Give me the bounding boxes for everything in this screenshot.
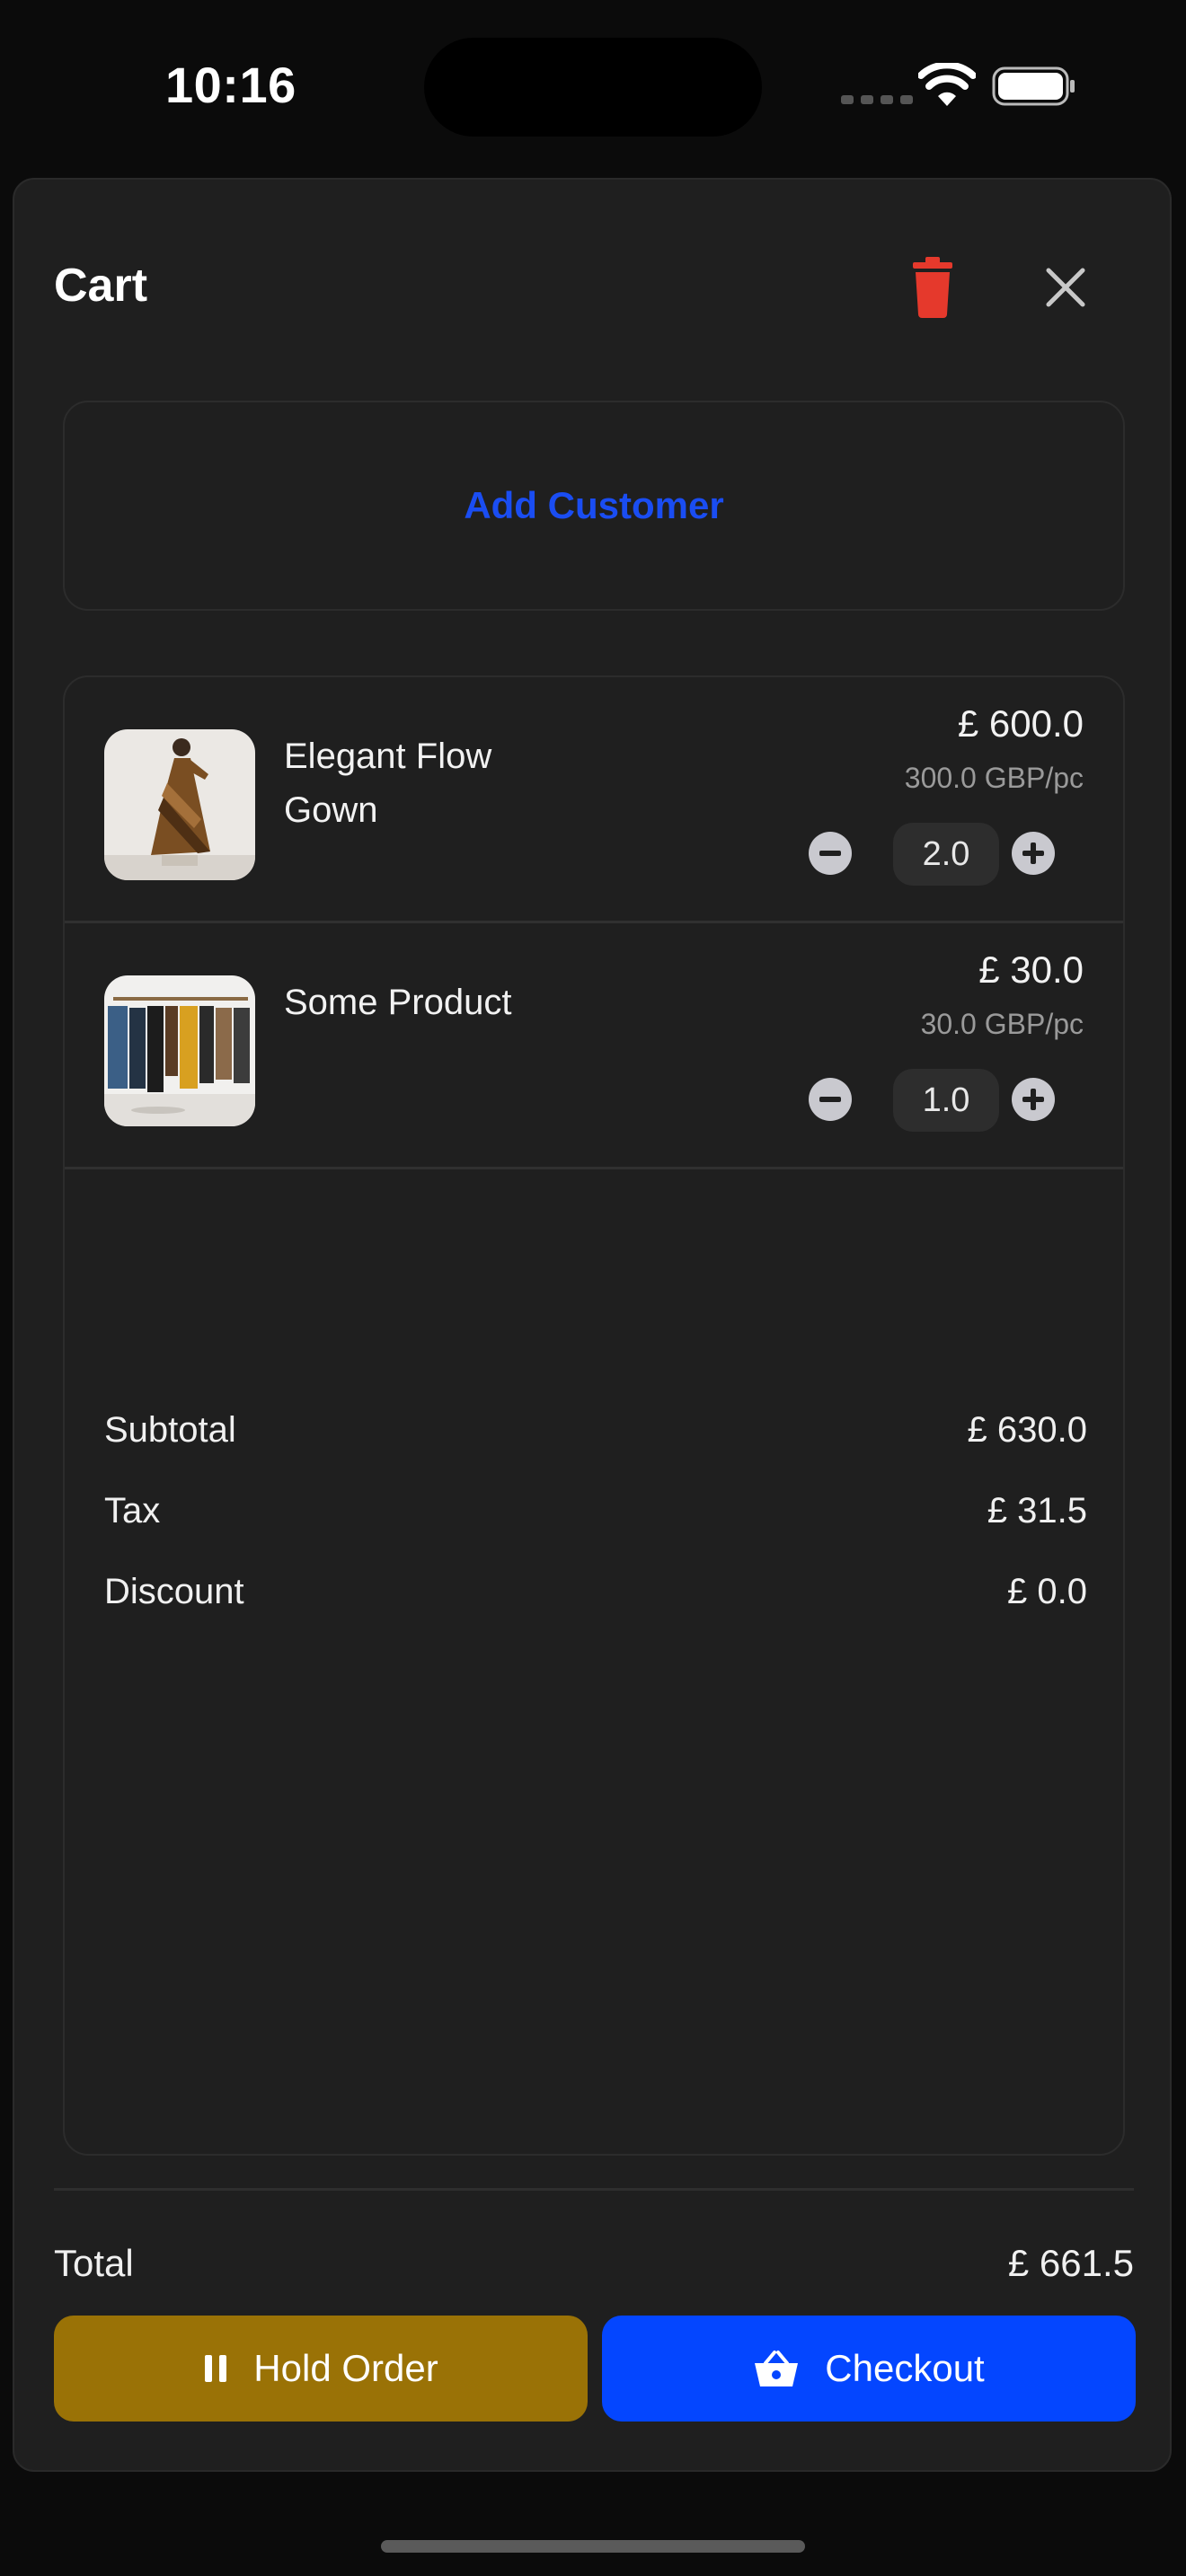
subtotal-row: Subtotal £ 630.0 [104, 1410, 1087, 1451]
item-unit-price: 30.0 GBP/pc [920, 1008, 1084, 1040]
quantity-field[interactable]: 2.0 [893, 823, 999, 886]
subtotal-label: Subtotal [104, 1410, 236, 1450]
total-label: Total [54, 2242, 134, 2284]
checkout-label: Checkout [825, 2347, 985, 2389]
subtotal-value: £ 630.0 [967, 1410, 1087, 1450]
product-image [104, 975, 255, 1126]
pause-icon [205, 2355, 227, 2382]
status-bar: 10:16 [0, 0, 1186, 167]
cart-item[interactable]: Elegant Flow Gown £ 600.0 300.0 GBP/pc 2… [65, 677, 1123, 923]
home-indicator[interactable] [381, 2540, 805, 2553]
discount-row: Discount £ 0.0 [104, 1572, 1087, 1612]
total-row: Total £ 661.5 [54, 2242, 1134, 2285]
basket-icon [755, 2351, 799, 2386]
hold-order-button[interactable]: Hold Order [54, 2316, 588, 2422]
cart-item[interactable]: Some Product £ 30.0 30.0 GBP/pc 1.0 [65, 923, 1123, 1169]
item-unit-price: 300.0 GBP/pc [904, 762, 1084, 794]
battery-icon [992, 66, 1075, 106]
add-customer-label: Add Customer [464, 484, 724, 526]
dynamic-island [424, 38, 762, 137]
trash-icon [913, 257, 952, 318]
quantity-field[interactable]: 1.0 [893, 1069, 999, 1132]
cart-items-card: Elegant Flow Gown £ 600.0 300.0 GBP/pc 2… [63, 675, 1125, 2156]
discount-value: £ 0.0 [1007, 1572, 1087, 1611]
cellular-signal-icon [841, 95, 913, 104]
tax-label: Tax [104, 1491, 161, 1531]
discount-label: Discount [104, 1572, 244, 1611]
cart-sheet: Cart Add Customer Elegant Flow Gown £ 60… [13, 178, 1172, 2472]
add-customer-button[interactable]: Add Customer [63, 401, 1125, 611]
checkout-button[interactable]: Checkout [602, 2316, 1136, 2422]
decrease-quantity-button[interactable] [809, 1078, 852, 1121]
clear-cart-button[interactable] [897, 251, 969, 323]
total-value: £ 661.5 [1007, 2242, 1134, 2284]
tax-row: Tax £ 31.5 [104, 1491, 1087, 1531]
close-icon [1046, 268, 1085, 307]
product-image [104, 729, 255, 880]
close-button[interactable] [1030, 251, 1102, 323]
status-time: 10:16 [165, 57, 296, 113]
decrease-quantity-button[interactable] [809, 832, 852, 875]
page-title: Cart [54, 260, 148, 312]
increase-quantity-button[interactable] [1012, 832, 1055, 875]
item-total-price: £ 30.0 [978, 948, 1084, 991]
item-total-price: £ 600.0 [957, 702, 1084, 745]
item-name: Elegant Flow Gown [284, 737, 492, 830]
hold-order-label: Hold Order [253, 2347, 438, 2389]
increase-quantity-button[interactable] [1012, 1078, 1055, 1121]
tax-value: £ 31.5 [987, 1491, 1087, 1531]
wifi-icon [918, 63, 976, 106]
divider [54, 2188, 1134, 2191]
item-name: Some Product [284, 983, 512, 1022]
